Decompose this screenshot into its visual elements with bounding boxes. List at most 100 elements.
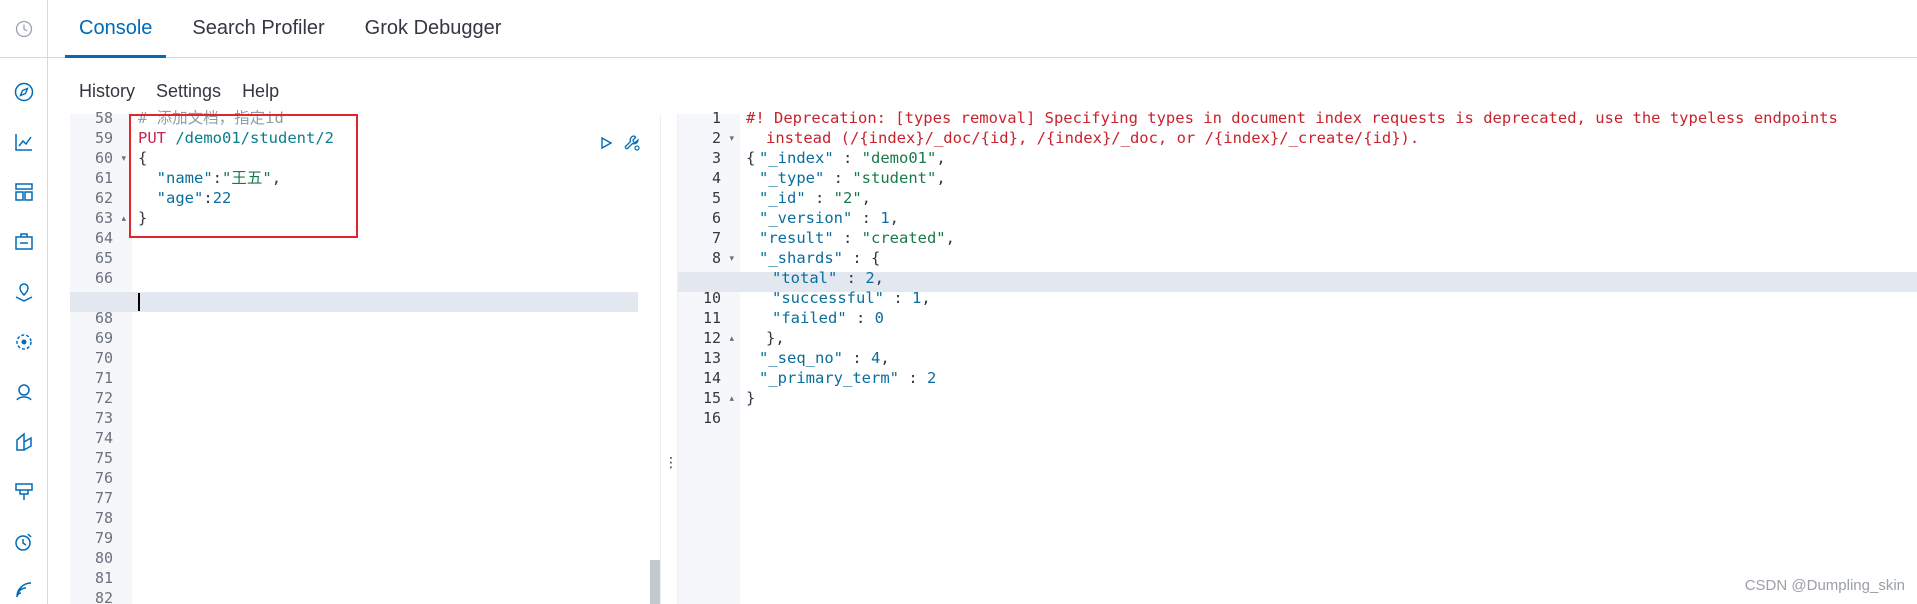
json-key: "_type" bbox=[759, 169, 825, 187]
json-value: "created" bbox=[861, 229, 946, 247]
line-number: 14 bbox=[702, 369, 721, 387]
line-number: 79 bbox=[94, 529, 113, 547]
console-menu: History Settings Help bbox=[48, 58, 1917, 114]
wrench-icon bbox=[624, 135, 640, 151]
response-json-line: "_version" : 1, bbox=[759, 209, 900, 227]
json-value: 2 bbox=[865, 269, 875, 287]
maps-icon[interactable] bbox=[12, 280, 36, 304]
line-number: 74 bbox=[94, 429, 113, 447]
clock-icon bbox=[15, 20, 33, 37]
request-options-button[interactable] bbox=[623, 134, 641, 152]
fold-toggle-icon[interactable]: ▾ bbox=[729, 248, 734, 268]
line-number: 72 bbox=[94, 389, 113, 407]
response-json-line: "_shards" : { bbox=[759, 249, 881, 267]
line-number: 70 bbox=[94, 349, 113, 367]
infrastructure-icon[interactable] bbox=[12, 480, 36, 504]
json-value: 4 bbox=[871, 349, 881, 367]
response-open-brace: { bbox=[746, 149, 756, 167]
line-number: 82 bbox=[94, 589, 113, 604]
json-value: "2" bbox=[833, 189, 862, 207]
ml-icon[interactable] bbox=[12, 330, 36, 354]
line-number: 15 bbox=[702, 389, 721, 407]
line-number: 75 bbox=[94, 449, 113, 467]
line-number: 76 bbox=[94, 469, 113, 487]
drag-handle-icon: ⋮ bbox=[664, 454, 678, 470]
help-link[interactable]: Help bbox=[242, 81, 279, 102]
visualize-icon[interactable] bbox=[12, 430, 36, 454]
line-number: 13 bbox=[702, 349, 721, 367]
json-key: "_shards" bbox=[759, 249, 843, 267]
uptime-icon[interactable] bbox=[12, 530, 36, 554]
json-value: 1 bbox=[911, 289, 922, 307]
settings-link[interactable]: Settings bbox=[156, 81, 221, 102]
json-key: "total" bbox=[772, 269, 838, 287]
tab-console[interactable]: Console bbox=[65, 0, 167, 58]
line-number: 63 bbox=[94, 209, 113, 227]
line-number: 11 bbox=[702, 309, 721, 327]
line-number: 59 bbox=[94, 129, 113, 147]
tab-search-profiler[interactable]: Search Profiler bbox=[178, 0, 338, 57]
response-json-line: "_type" : "student", bbox=[759, 169, 946, 187]
response-json-line: "successful" : 1, bbox=[772, 289, 931, 307]
shards-close-brace: }, bbox=[766, 329, 785, 347]
line-number: 73 bbox=[94, 409, 113, 427]
highlight-box bbox=[129, 114, 358, 238]
fold-toggle-icon[interactable]: ▴ bbox=[121, 208, 126, 228]
line-number: 65 bbox=[94, 249, 113, 267]
line-number: 2 bbox=[711, 129, 721, 147]
response-close-brace: } bbox=[746, 389, 756, 407]
response-json-line: "_seq_no" : 4, bbox=[759, 349, 890, 367]
line-number: 6 bbox=[711, 209, 721, 227]
fold-toggle-icon[interactable]: ▴ bbox=[729, 328, 734, 348]
request-editor-scrollbar[interactable] bbox=[650, 560, 660, 604]
recently-viewed-button[interactable] bbox=[0, 0, 48, 58]
fold-toggle-icon[interactable]: ▾ bbox=[121, 148, 126, 168]
response-json-line: "_index" : "demo01", bbox=[759, 149, 946, 167]
line-number: 16 bbox=[702, 409, 721, 427]
deprecation-warning: #! Deprecation: [types removal] Specifyi… bbox=[746, 109, 1838, 127]
text-cursor bbox=[138, 293, 140, 311]
response-editor-gutter: 12▾345678▾9101112▴131415▴16 bbox=[678, 109, 740, 604]
line-number: 3 bbox=[711, 149, 721, 167]
fold-toggle-icon[interactable]: ▾ bbox=[729, 128, 734, 148]
response-json-line: "_id" : "2", bbox=[759, 189, 872, 207]
line-number: 78 bbox=[94, 509, 113, 527]
chart-icon[interactable] bbox=[12, 130, 36, 154]
json-key: "result" bbox=[759, 229, 834, 247]
response-json-line: "_primary_term" : 2 bbox=[759, 369, 937, 387]
tab-grok-debugger[interactable]: Grok Debugger bbox=[351, 0, 516, 57]
fold-toggle-icon[interactable]: ▴ bbox=[729, 388, 734, 408]
json-key: "successful" bbox=[772, 289, 884, 307]
json-key: "_index" bbox=[759, 149, 834, 167]
line-number: 4 bbox=[711, 169, 721, 187]
line-number: 58 bbox=[94, 109, 113, 127]
compass-icon[interactable] bbox=[12, 80, 36, 104]
json-value: 2 bbox=[926, 369, 937, 387]
line-number: 5 bbox=[711, 189, 721, 207]
line-number: 60 bbox=[94, 149, 113, 167]
json-value: { bbox=[871, 249, 881, 267]
dev-tools-tabs: Console Search Profiler Grok Debugger bbox=[48, 0, 1917, 58]
json-key: "failed" bbox=[772, 309, 847, 327]
watermark: CSDN @Dumpling_skin bbox=[1744, 577, 1905, 594]
line-number: 7 bbox=[711, 229, 721, 247]
line-number: 8 bbox=[711, 249, 721, 267]
line-number: 61 bbox=[94, 169, 113, 187]
json-key: "_seq_no" bbox=[759, 349, 843, 367]
line-number: 77 bbox=[94, 489, 113, 507]
json-value: "demo01" bbox=[861, 149, 937, 167]
history-link[interactable]: History bbox=[79, 81, 135, 102]
response-json-line: "failed" : 0 bbox=[772, 309, 884, 327]
canvas-icon[interactable] bbox=[12, 230, 36, 254]
apm-icon[interactable] bbox=[12, 578, 36, 602]
response-json-line: "total" : 2, bbox=[772, 269, 885, 287]
editor-resizer[interactable]: ⋮ bbox=[660, 114, 678, 604]
send-request-button[interactable] bbox=[597, 134, 615, 152]
graph-icon[interactable] bbox=[12, 380, 36, 404]
json-value: "student" bbox=[852, 169, 937, 187]
response-editor: #! Deprecation: [types removal] Specifyi… bbox=[740, 109, 1917, 604]
dashboard-icon[interactable] bbox=[12, 180, 36, 204]
json-key: "_primary_term" bbox=[759, 369, 899, 387]
request-editor-gutter: 585960▾616263▴64656667686970717273747576… bbox=[70, 109, 132, 604]
play-icon bbox=[601, 136, 613, 150]
